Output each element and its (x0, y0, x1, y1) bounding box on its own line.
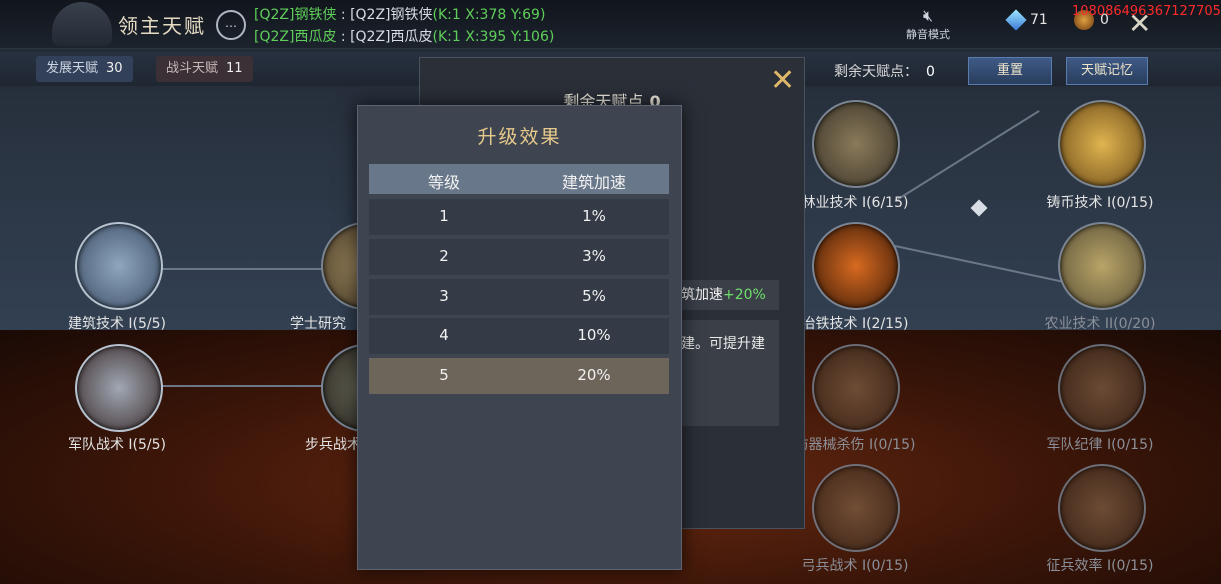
mute-toggle[interactable]: 🔇︎ 静音模式 (903, 6, 953, 42)
gem-icon (1005, 9, 1027, 31)
mute-label: 静音模式 (906, 28, 950, 41)
value-cell: 20% (577, 366, 611, 384)
effect-line: 筑加速+20% (681, 284, 766, 304)
chat-coords[interactable]: (K:1 X:378 Y:69) (433, 7, 546, 23)
talent-label: 军队纪律 I(0/15) (1046, 437, 1154, 453)
value-cell: 5% (582, 287, 606, 305)
table-row: 1 1% (369, 199, 669, 235)
talent-memory-button[interactable]: 天赋记忆 (1066, 57, 1148, 85)
tab-count: 30 (106, 61, 123, 76)
remaining-points: 剩余天赋点： 0 (834, 61, 935, 81)
talent-label: 农业技术 II(0/20) (1044, 316, 1156, 332)
talent-node-siege-defense[interactable] (812, 344, 900, 432)
talent-node-discipline[interactable] (1058, 344, 1146, 432)
effect-label: 筑加速 (681, 287, 723, 303)
chat-coords[interactable]: (K:1 X:395 Y:106) (433, 29, 555, 45)
effect-value: +20% (723, 287, 766, 303)
popup-title: 升级效果 (477, 126, 562, 148)
table-row: 4 10% (369, 318, 669, 354)
chat-line-2[interactable]: [Q2Z]西瓜皮 : [Q2Z]西瓜皮(K:1 X:395 Y:106) (254, 26, 554, 46)
talent-label: 弓兵战术 I(0/15) (801, 558, 909, 574)
talent-label: 征兵效率 I(0/15) (1046, 558, 1154, 574)
chat-separator: : (336, 29, 351, 45)
column-header-level: 等级 (427, 173, 460, 192)
talent-node-archer[interactable] (812, 464, 900, 552)
chat-message: [Q2Z]西瓜皮 (350, 29, 433, 45)
talent-label: 铸币技术 I(0/15) (1046, 195, 1154, 211)
talent-label: 学士研究 (290, 316, 346, 332)
table-header: 等级 建筑加速 (369, 164, 669, 194)
talent-label: 军队战术 I(5/5) (67, 437, 167, 453)
talent-label: 步兵战术 (305, 437, 361, 453)
table-row-selected: 5 20% (369, 358, 669, 394)
chat-sender: [Q2Z]西瓜皮 (254, 29, 337, 45)
tab-count: 11 (226, 61, 243, 76)
remaining-value: 0 (926, 64, 935, 80)
level-cell: 2 (439, 247, 449, 265)
effect-description: 建。可提升建 (681, 336, 765, 352)
page-title: 领主天赋 (118, 14, 206, 38)
chat-bubble-icon[interactable]: … (216, 10, 246, 40)
chat-message: [Q2Z]钢铁侠 (350, 7, 433, 23)
tree-link (160, 268, 324, 270)
table-row: 3 5% (369, 279, 669, 315)
talent-node-ironworking[interactable] (812, 222, 900, 310)
column-header-build-speed: 建筑加速 (561, 173, 626, 192)
value-cell: 10% (577, 326, 611, 344)
speaker-muted-icon: 🔇︎ (922, 6, 934, 25)
chat-sender: [Q2Z]钢铁侠 (254, 7, 337, 23)
gem-counter[interactable]: 71 (1005, 9, 1048, 31)
chat-line-1[interactable]: [Q2Z]钢铁侠 : [Q2Z]钢铁侠(K:1 X:378 Y:69) (254, 4, 545, 24)
talent-node-minting[interactable] (1058, 100, 1146, 188)
tab-label: 发展天赋 (46, 61, 99, 76)
talent-node-agriculture[interactable] (1058, 222, 1146, 310)
tab-development-talent[interactable]: 发展天赋 30 (36, 56, 133, 82)
reset-button[interactable]: 重置 (968, 57, 1052, 85)
level-cell: 4 (439, 326, 449, 344)
gem-count: 71 (1030, 12, 1048, 28)
remaining-label: 剩余天赋点： (834, 64, 918, 80)
upgrade-effect-popup: 升级效果 等级 建筑加速 1 1% 2 3% 3 5% 4 10% 5 20% (357, 105, 682, 570)
tab-combat-talent[interactable]: 战斗天赋 11 (156, 56, 253, 82)
tab-label: 战斗天赋 (166, 61, 219, 76)
value-cell: 1% (582, 207, 606, 225)
talent-label: 建筑技术 I(5/5) (67, 316, 167, 332)
talent-node-recruitment[interactable] (1058, 464, 1146, 552)
level-cell: 5 (439, 366, 449, 384)
talent-node-army-tactics[interactable] (75, 344, 163, 432)
talent-node-building[interactable] (75, 222, 163, 310)
table-row: 2 3% (369, 239, 669, 275)
talent-node-forestry[interactable] (812, 100, 900, 188)
chat-separator: : (336, 7, 351, 23)
tree-link (160, 385, 324, 387)
level-cell: 1 (439, 207, 449, 225)
debug-id: 108086496367127705 (1072, 4, 1221, 19)
value-cell: 3% (582, 247, 606, 265)
level-cell: 3 (439, 287, 449, 305)
